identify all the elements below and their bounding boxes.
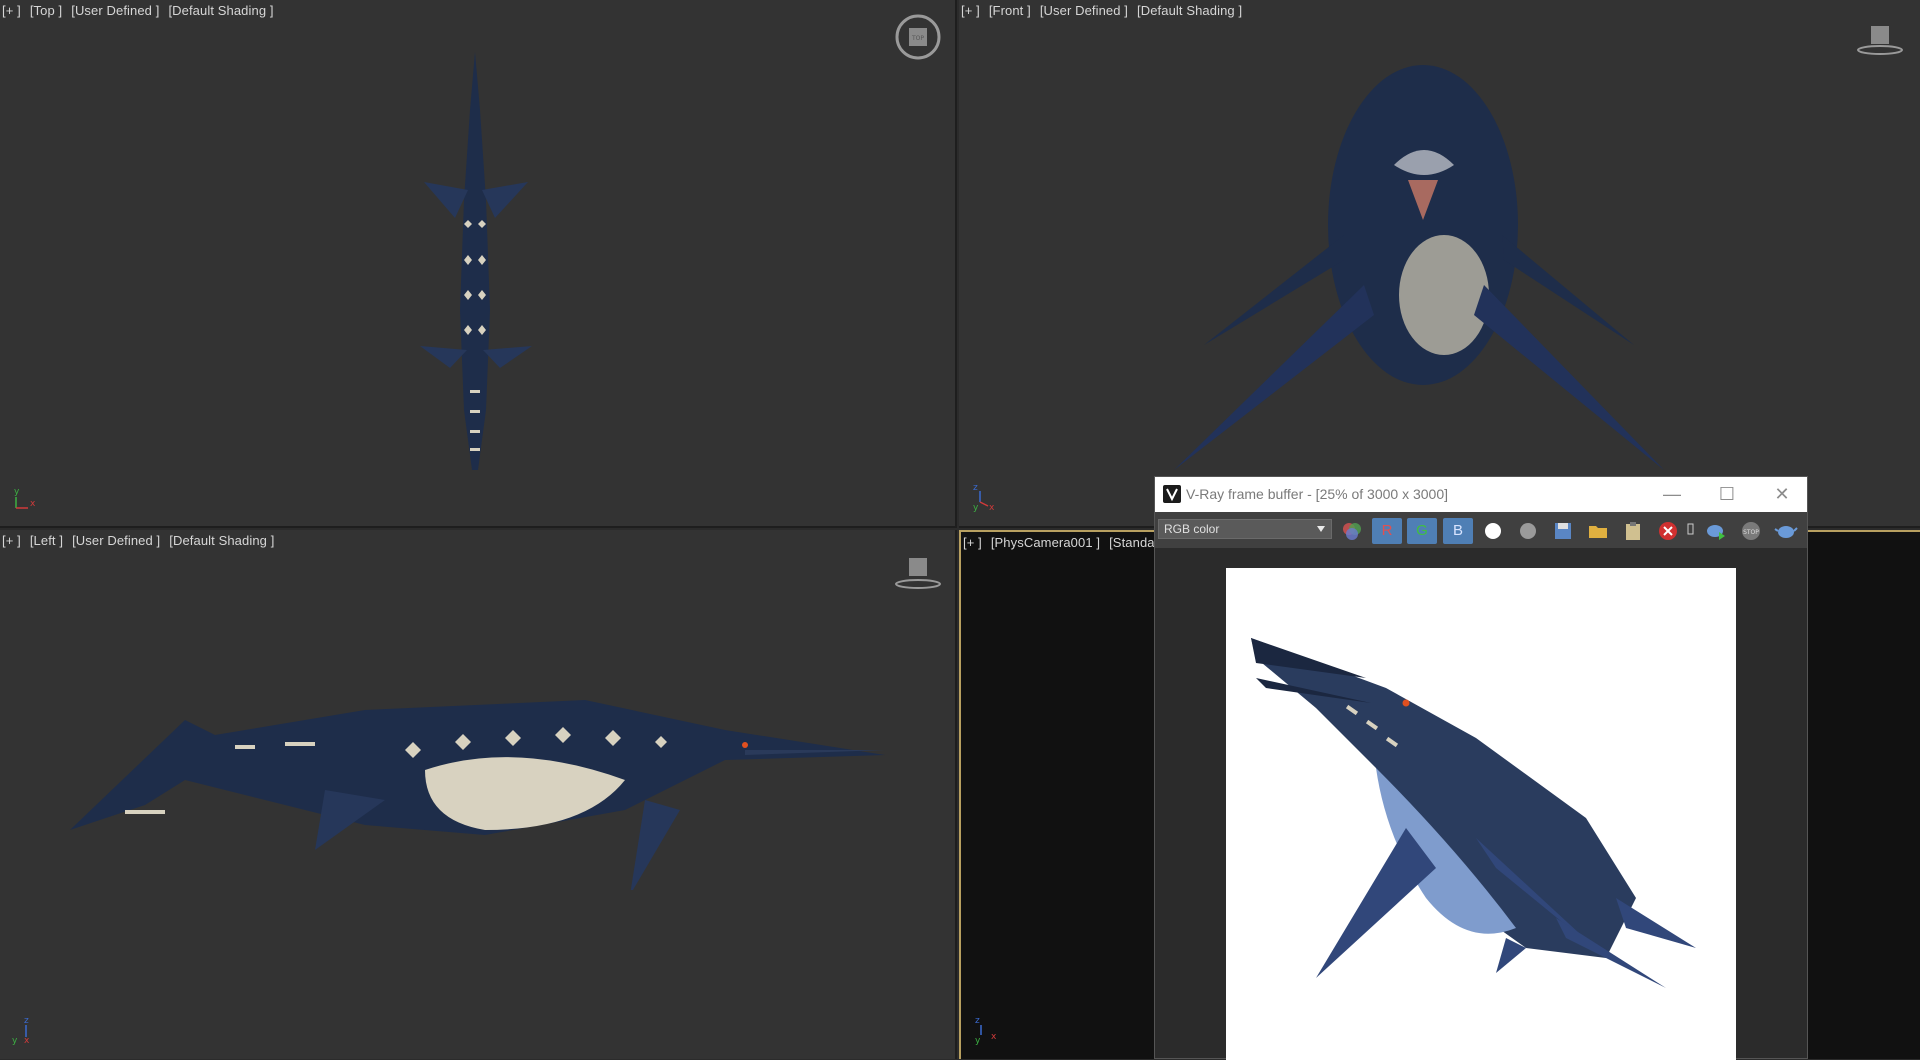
minimize-button[interactable]: — [1645, 477, 1699, 512]
vray-frame-buffer-window[interactable]: V-Ray frame buffer - [25% of 3000 x 3000… [1154, 476, 1808, 1060]
title-bar[interactable]: V-Ray frame buffer - [25% of 3000 x 3000… [1155, 477, 1807, 512]
white-circle-icon[interactable] [1478, 518, 1508, 544]
shading-label[interactable]: [Default Shading ] [169, 533, 274, 548]
svg-text:y: y [975, 1036, 981, 1045]
viewport-label[interactable]: [+ ] [Left ] [User Defined ] [Default Shadi… [2, 533, 283, 548]
svg-text:y: y [14, 487, 20, 497]
interactive-render-icon[interactable] [1701, 518, 1731, 544]
viewcube-icon[interactable] [893, 552, 943, 602]
blue-channel-button[interactable]: B [1443, 518, 1473, 544]
viewport-label[interactable]: [+ ] [Front ] [User Defined ] [Default Shad… [961, 3, 1251, 18]
svg-text:x: x [24, 1036, 30, 1045]
axis-tripod-icon: z y x [973, 483, 995, 512]
green-channel-button[interactable]: G [1407, 518, 1437, 544]
svg-text:STOP: STOP [1743, 529, 1759, 536]
shading-label[interactable]: [Default Shading ] [168, 3, 273, 18]
maximize-button[interactable]: ☐ [1700, 477, 1754, 512]
view-label[interactable]: [Left ] [30, 533, 63, 548]
creature-side-view [70, 700, 885, 890]
close-button[interactable]: ✕ [1755, 477, 1809, 512]
viewport-label[interactable]: [+ ] [PhysCamera001 ] [Standard [963, 535, 1175, 550]
gray-circle-icon[interactable] [1513, 518, 1543, 544]
viewport-menu-plus[interactable]: [+ ] [2, 533, 21, 548]
chevron-down-icon [1317, 526, 1325, 532]
creature-top-view [420, 52, 532, 470]
axis-tripod-icon: z y x [12, 1016, 30, 1045]
clear-image-icon[interactable] [1653, 518, 1683, 544]
svg-text:z: z [24, 1016, 29, 1026]
camera-label[interactable]: [User Defined ] [1040, 3, 1128, 18]
vfb-render-area[interactable] [1155, 548, 1807, 1060]
vray-logo-icon [1163, 485, 1181, 503]
vfb-toolbar: RGB color R G B STOP [1155, 512, 1807, 548]
svg-text:y: y [973, 503, 979, 512]
creature-front-view [1174, 65, 1664, 470]
svg-text:x: x [991, 1032, 997, 1042]
teapot-render-icon[interactable] [1771, 518, 1801, 544]
window-title: V-Ray frame buffer - [25% of 3000 x 3000… [1186, 486, 1449, 502]
viewcube-icon[interactable]: TOP [893, 12, 943, 62]
stop-render-icon[interactable]: STOP [1736, 518, 1766, 544]
camera-label[interactable]: [User Defined ] [72, 533, 160, 548]
channel-select-value: RGB color [1164, 522, 1220, 536]
open-folder-icon[interactable] [1583, 518, 1613, 544]
svg-text:y: y [12, 1036, 18, 1045]
axis-tripod-icon: y x [14, 487, 36, 509]
viewport-front[interactable]: [+ ] [Front ] [User Defined ] [Default Shad… [959, 0, 1920, 528]
camera-label[interactable]: [User Defined ] [71, 3, 159, 18]
region-render-icon[interactable] [1685, 518, 1697, 544]
svg-text:x: x [30, 499, 36, 509]
axis-tripod-icon: z y x [975, 1016, 997, 1045]
viewport-menu-plus[interactable]: [+ ] [2, 3, 21, 18]
viewcube-icon[interactable] [1855, 14, 1905, 64]
svg-text:z: z [973, 483, 978, 493]
save-icon[interactable] [1548, 518, 1578, 544]
viewport-menu-plus[interactable]: [+ ] [961, 3, 980, 18]
viewport-label[interactable]: [+ ] [Top ] [User Defined ] [Default Shadin… [2, 3, 283, 18]
red-channel-button[interactable]: R [1372, 518, 1402, 544]
view-label[interactable]: [PhysCamera001 ] [991, 535, 1100, 550]
viewport-top[interactable]: [+ ] [Top ] [User Defined ] [Default Shadin… [0, 0, 957, 528]
shading-label[interactable]: [Default Shading ] [1137, 3, 1242, 18]
channel-select[interactable]: RGB color [1158, 519, 1332, 539]
svg-text:z: z [975, 1016, 980, 1026]
color-channels-icon[interactable] [1337, 518, 1367, 544]
view-label[interactable]: [Top ] [30, 3, 62, 18]
rendered-image [1226, 568, 1736, 1060]
svg-text:TOP: TOP [911, 35, 924, 42]
viewport-menu-plus[interactable]: [+ ] [963, 535, 982, 550]
creature-render [1251, 638, 1696, 988]
view-label[interactable]: [Front ] [989, 3, 1031, 18]
svg-text:x: x [989, 503, 995, 512]
clipboard-icon[interactable] [1618, 518, 1648, 544]
viewport-left[interactable]: [+ ] [Left ] [User Defined ] [Default Shadi… [0, 530, 957, 1059]
